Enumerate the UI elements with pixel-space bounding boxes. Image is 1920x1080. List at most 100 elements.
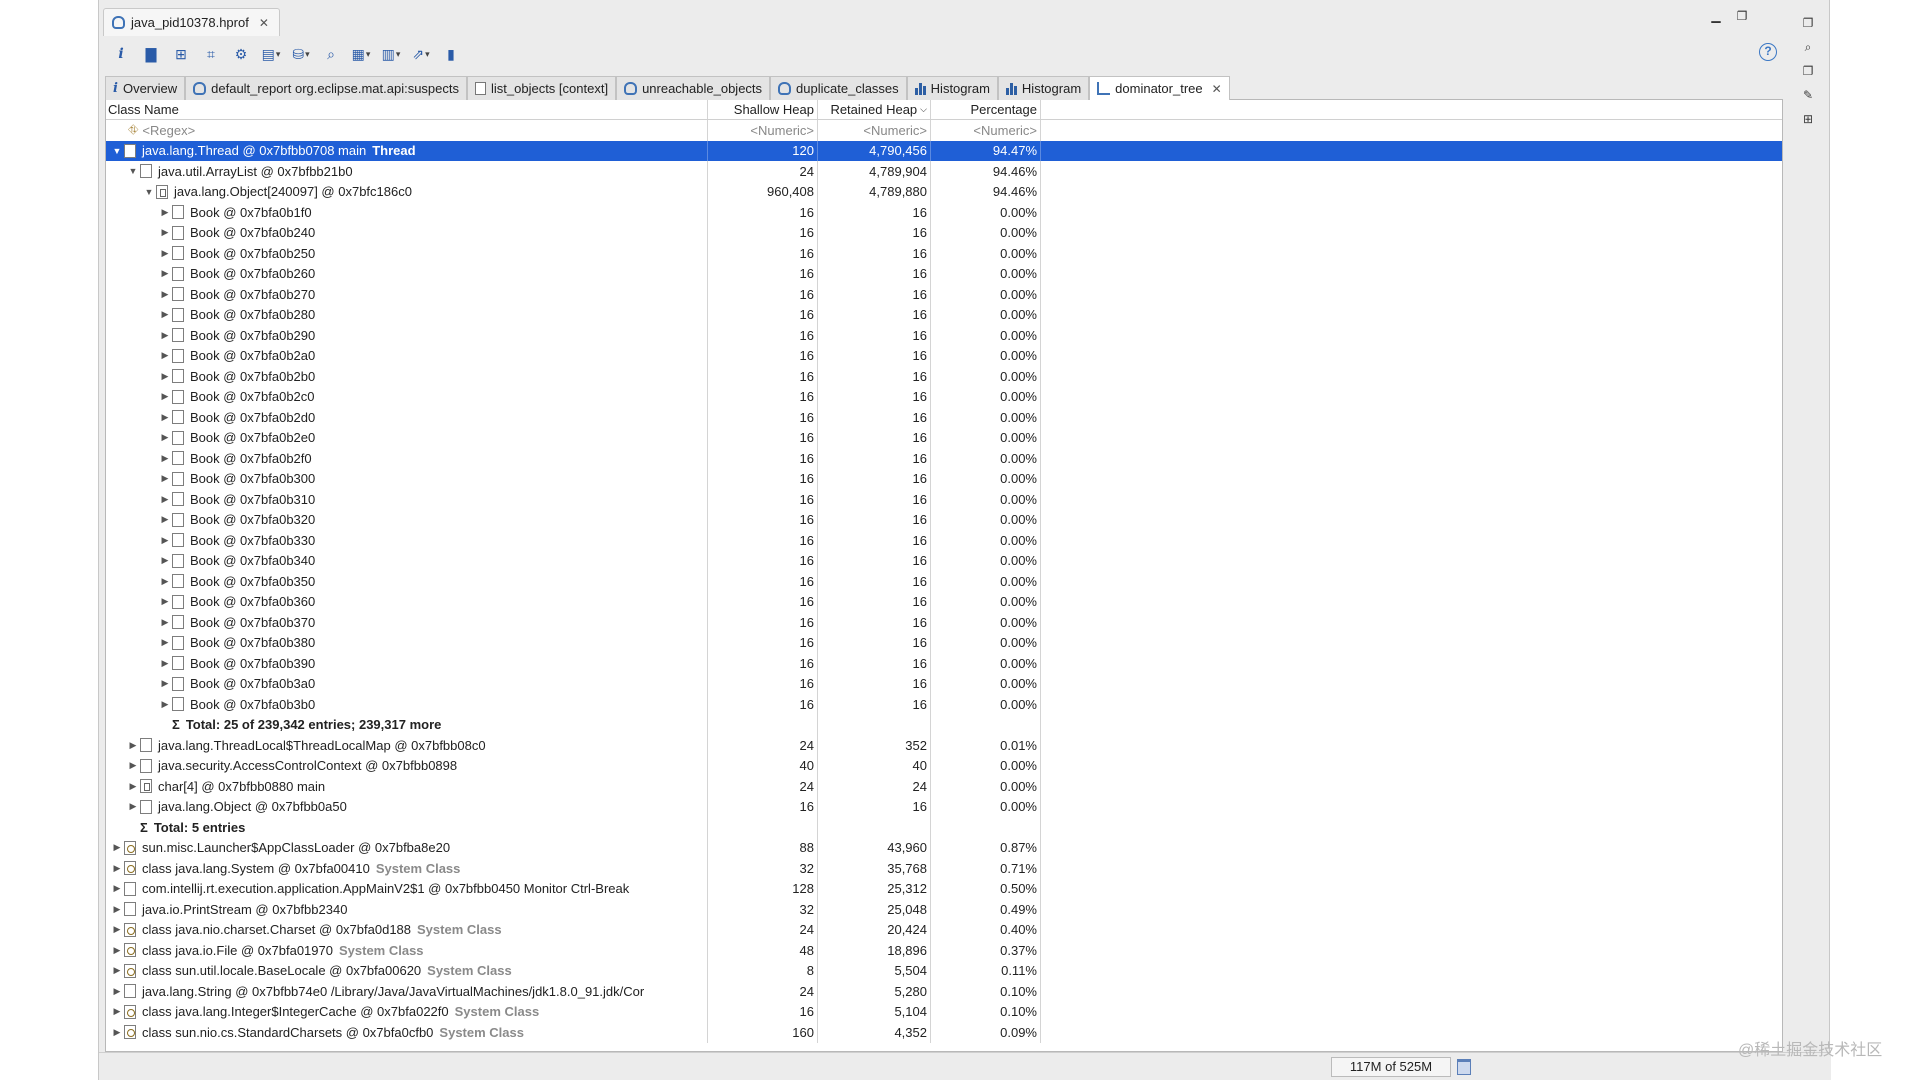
total-row[interactable]: Σ Total: 25 of 239,342 entries; 239,317 m… [106,714,1782,735]
expand-arrow-icon[interactable]: ▶ [158,207,172,218]
table-row[interactable]: ▶ Book @ 0x7bfa0b370 16 16 0.00% [106,612,1782,633]
table-row[interactable]: ▶ class java.io.File @ 0x7bfa01970 System … [106,940,1782,961]
expand-arrow-icon[interactable]: ▶ [158,699,172,710]
table-row[interactable]: ▶ Book @ 0x7bfa0b360 16 16 0.00% [106,591,1782,612]
close-icon[interactable]: ✕ [1212,82,1222,96]
oql-icon[interactable]: ⌗ [199,43,223,65]
gc-trash-icon[interactable] [1457,1059,1471,1075]
expand-arrow-icon[interactable]: ▶ [158,514,172,525]
search-icon[interactable]: ⌕ [319,43,343,65]
tab-histogram-2[interactable]: Histogram [997,76,1090,100]
table-row[interactable]: ▶ java.io.PrintStream @ 0x7bfbb2340 32 25,0… [106,899,1782,920]
table-row[interactable]: ▶ Book @ 0x7bfa0b350 16 16 0.00% [106,571,1782,592]
table-row[interactable]: ▶ java.lang.Object @ 0x7bfbb0a50 16 16 0.00% [106,796,1782,817]
expand-arrow-icon[interactable]: ▶ [110,924,124,935]
export-icon[interactable]: ⇗ [409,43,433,65]
table-row[interactable]: ▼ java.lang.Object[240097] @ 0x7bfc186c0 9… [106,181,1782,202]
tab-histogram[interactable]: Histogram [906,76,998,100]
expand-arrow-icon[interactable]: ▶ [158,289,172,300]
table-row[interactable]: ▶ Book @ 0x7bfa0b3a0 16 16 0.00% [106,673,1782,694]
hprof-file-tab[interactable]: java_pid10378.hprof ✕ [103,8,280,36]
expand-arrow-icon[interactable]: ▶ [158,494,172,505]
reports-icon[interactable]: ▤ [259,43,283,65]
column-shallow-heap[interactable]: Shallow Heap [708,100,818,119]
expand-arrow-icon[interactable]: ▶ [110,904,124,915]
table-row[interactable]: ▶ class sun.nio.cs.StandardCharsets @ 0x7… [106,1022,1782,1043]
expand-arrow-icon[interactable]: ▶ [158,309,172,320]
regex-filter-input[interactable]: ⛗ <Regex> [106,120,708,141]
collapse-arrow-icon[interactable]: ▼ [110,146,124,156]
table-row[interactable]: ▶ java.lang.ThreadLocal$ThreadLocalMap @ … [106,735,1782,756]
table-row[interactable]: ▶ Book @ 0x7bfa0b2f0 16 16 0.00% [106,448,1782,469]
table-row[interactable]: ▶ Book @ 0x7bfa0b2c0 16 16 0.00% [106,386,1782,407]
expand-arrow-icon[interactable]: ▶ [158,227,172,238]
expand-arrow-icon[interactable]: ▶ [158,412,172,423]
expand-arrow-icon[interactable]: ▶ [158,453,172,464]
collapse-arrow-icon[interactable]: ▼ [142,187,156,197]
expand-arrow-icon[interactable]: ▶ [126,801,140,812]
expand-arrow-icon[interactable]: ▶ [110,945,124,956]
table-row[interactable]: ▶ Book @ 0x7bfa0b1f0 16 16 0.00% [106,202,1782,223]
table-row[interactable]: ▶ Book @ 0x7bfa0b300 16 16 0.00% [106,468,1782,489]
tab-overview[interactable]: i Overview [105,76,186,100]
expand-arrow-icon[interactable]: ▶ [110,986,124,997]
expand-arrow-icon[interactable]: ▶ [158,617,172,628]
overview-info-icon[interactable]: i [109,43,133,65]
table-row[interactable]: ▶ Book @ 0x7bfa0b240 16 16 0.00% [106,222,1782,243]
help-icon[interactable]: ? [1759,43,1777,61]
expand-arrow-icon[interactable]: ▶ [110,965,124,976]
expand-arrow-icon[interactable]: ▶ [158,350,172,361]
table-row[interactable]: ▶ class sun.util.locale.BaseLocale @ 0x7b… [106,960,1782,981]
table-row[interactable]: ▶ class java.nio.charset.Charset @ 0x7bfa… [106,919,1782,940]
tab-list-objects[interactable]: list_objects [context] [467,76,617,100]
expand-arrow-icon[interactable]: ▶ [110,842,124,853]
tab-duplicate-classes[interactable]: duplicate_classes [770,76,907,100]
table-row[interactable]: ▶ Book @ 0x7bfa0b290 16 16 0.00% [106,325,1782,346]
expand-arrow-icon[interactable]: ▶ [158,268,172,279]
table-row[interactable]: ▶ Book @ 0x7bfa0b2a0 16 16 0.00% [106,345,1782,366]
restore-icon-2[interactable]: ❐ [1798,62,1818,80]
calculate-retained-icon[interactable]: ▮ [439,43,463,65]
close-icon[interactable]: ✕ [259,16,269,30]
thread-overview-icon[interactable]: ⚙ [229,43,253,65]
expand-arrow-icon[interactable]: ▶ [126,740,140,751]
table-row[interactable]: ▼ java.util.ArrayList @ 0x7bfbb21b0 24 4,78… [106,161,1782,182]
collapse-arrow-icon[interactable]: ▼ [126,166,140,176]
expand-arrow-icon[interactable]: ▶ [158,678,172,689]
heap-status[interactable]: 117M of 525M [1331,1057,1451,1077]
tab-default-report[interactable]: default_report org.eclipse.mat.api:suspe… [185,76,467,100]
expand-arrow-icon[interactable]: ▶ [158,596,172,607]
table-row[interactable]: ▶ Book @ 0x7bfa0b340 16 16 0.00% [106,550,1782,571]
expand-arrow-icon[interactable]: ▶ [158,248,172,259]
dominator-tree-icon[interactable]: ⊞ [169,43,193,65]
expand-arrow-icon[interactable]: ▶ [158,473,172,484]
table-row[interactable]: ▶ java.lang.String @ 0x7bfbb74e0 /Library… [106,981,1782,1002]
expand-arrow-icon[interactable]: ▶ [158,658,172,669]
expand-arrow-icon[interactable]: ▶ [110,1027,124,1038]
table-row[interactable]: ▶ Book @ 0x7bfa0b2e0 16 16 0.00% [106,427,1782,448]
expand-arrow-icon[interactable]: ▶ [126,760,140,771]
tab-dominator-tree[interactable]: dominator_tree ✕ [1089,76,1230,100]
expand-arrow-icon[interactable]: ▶ [158,637,172,648]
table-row[interactable]: ▶ char[4] @ 0x7bfbb0880 main 24 24 0.00% [106,776,1782,797]
query-browser-icon[interactable]: ⛁ [289,43,313,65]
table-row[interactable]: ▶ Book @ 0x7bfa0b390 16 16 0.00% [106,653,1782,674]
percentage-filter-input[interactable]: <Numeric> [931,120,1041,141]
table-row[interactable]: ▶ java.security.AccessControlContext @ 0x… [106,755,1782,776]
notes-icon[interactable]: ✎ [1798,86,1818,104]
retained-filter-input[interactable]: <Numeric> [818,120,931,141]
navigation-history-icon[interactable]: ⊞ [1798,110,1818,128]
expand-arrow-icon[interactable]: ▶ [126,781,140,792]
table-row[interactable]: ▶ class java.lang.Integer$IntegerCache @ … [106,1001,1782,1022]
minimize-icon[interactable]: ▁ [1709,10,1723,22]
table-row[interactable]: ▶ Book @ 0x7bfa0b380 16 16 0.00% [106,632,1782,653]
table-row[interactable]: ▶ Book @ 0x7bfa0b3b0 16 16 0.00% [106,694,1782,715]
column-retained-heap[interactable]: Retained Heap ⌵ [818,100,931,119]
histogram-icon[interactable]: ▇ [139,43,163,65]
group-by-icon[interactable]: ▦ [349,43,373,65]
column-class-name[interactable]: Class Name [106,100,708,119]
expand-arrow-icon[interactable]: ▶ [110,863,124,874]
column-percentage[interactable]: Percentage [931,100,1041,119]
table-row[interactable]: ▶ Book @ 0x7bfa0b270 16 16 0.00% [106,284,1782,305]
tab-unreachable-objects[interactable]: unreachable_objects [616,76,771,100]
